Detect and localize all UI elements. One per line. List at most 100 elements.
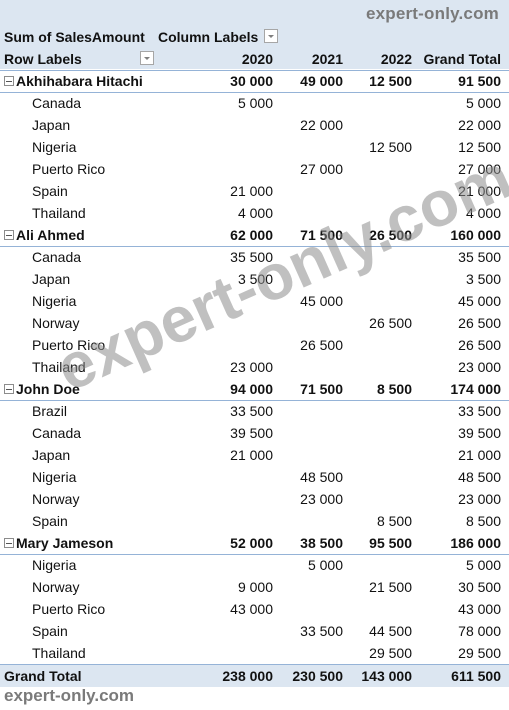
column-header-2020: 2020 — [241, 51, 273, 67]
group-total-value: 91 500 — [458, 73, 501, 89]
country-value: 30 500 — [458, 579, 501, 595]
country-value: 44 500 — [369, 623, 412, 639]
country-row: Brazil 33 500 33 500 — [0, 400, 509, 422]
grand-total-row: Grand Total 238 000 230 500 143 000 611 … — [0, 664, 509, 687]
country-value: 48 500 — [300, 469, 343, 485]
country-value — [332, 334, 412, 356]
country-name: Norway — [32, 491, 80, 507]
country-value — [332, 356, 412, 378]
country-value — [332, 114, 412, 136]
country-value: 5 000 — [465, 557, 501, 573]
country-value: 29 500 — [458, 645, 501, 661]
watermark-bottom: expert-only.com — [4, 686, 135, 705]
group-row: John Doe 94 000 71 500 8 500 174 000 — [0, 378, 509, 401]
country-row: Nigeria 12 500 12 500 — [0, 136, 509, 158]
column-labels-header: Column Labels — [158, 29, 259, 45]
country-value — [193, 290, 273, 312]
country-name: Thailand — [32, 359, 86, 375]
country-value: 26 500 — [458, 337, 501, 353]
grand-total-2021: 230 500 — [292, 668, 343, 684]
country-value — [263, 400, 343, 422]
country-row: Nigeria 45 000 45 000 — [0, 290, 509, 312]
country-value: 22 000 — [300, 117, 343, 133]
grand-total-overall: 611 500 — [451, 668, 501, 684]
country-value — [263, 136, 343, 158]
country-row: Thailand 4 000 4 000 — [0, 202, 509, 224]
country-row: Thailand 23 000 23 000 — [0, 356, 509, 378]
country-name: Canada — [32, 249, 82, 265]
country-value: 4 000 — [465, 205, 501, 221]
country-value — [332, 92, 412, 114]
country-value: 33 500 — [230, 403, 273, 419]
country-name: Puerto Rico — [32, 601, 106, 617]
country-value: 39 500 — [230, 425, 273, 441]
group-label-cell: Ali Ahmed — [4, 224, 85, 246]
country-value: 12 500 — [369, 139, 412, 155]
column-header-2022: 2022 — [380, 51, 412, 67]
group-label-cell: Mary Jameson — [4, 532, 113, 554]
country-value — [193, 620, 273, 642]
country-value: 45 000 — [458, 293, 501, 309]
country-value — [193, 510, 273, 532]
country-value — [263, 510, 343, 532]
country-row: Canada 5 000 5 000 — [0, 92, 509, 114]
country-value — [332, 158, 412, 180]
country-name: Puerto Rico — [32, 337, 106, 353]
group-row: Akhihabara Hitachi 30 000 49 000 12 500 91 5… — [0, 70, 509, 93]
country-value — [193, 312, 273, 334]
country-value: 21 000 — [458, 183, 501, 199]
collapse-icon[interactable] — [4, 230, 14, 240]
country-value: 48 500 — [458, 469, 501, 485]
grand-total-label: Grand Total — [4, 668, 82, 684]
country-value — [263, 576, 343, 598]
group-name: Mary Jameson — [16, 535, 114, 551]
country-value — [193, 114, 273, 136]
group-name: Ali Ahmed — [16, 227, 85, 243]
row-labels-filter-button[interactable] — [140, 51, 154, 65]
country-value: 23 000 — [458, 359, 501, 375]
group-total-value: 71 500 — [300, 227, 343, 243]
country-value — [332, 422, 412, 444]
collapse-icon[interactable] — [4, 76, 14, 86]
country-name: Japan — [32, 447, 71, 463]
country-name: Nigeria — [32, 139, 77, 155]
country-row: Japan 22 000 22 000 — [0, 114, 509, 136]
pivot-header-row-2: Row Labels 2020 2021 2022 Grand Total — [0, 48, 509, 71]
country-row: Norway 9 000 21 500 30 500 — [0, 576, 509, 598]
group-total-value: 160 000 — [450, 227, 501, 243]
column-header-grand-total: Grand Total — [423, 51, 501, 67]
country-row: Japan 3 500 3 500 — [0, 268, 509, 290]
country-value: 23 000 — [230, 359, 273, 375]
country-value: 26 500 — [369, 315, 412, 331]
collapse-icon[interactable] — [4, 384, 14, 394]
collapse-icon[interactable] — [4, 538, 14, 548]
country-row: Puerto Rico 27 000 27 000 — [0, 158, 509, 180]
country-name: Canada — [32, 95, 82, 111]
country-value — [263, 180, 343, 202]
country-value — [263, 598, 343, 620]
column-labels-filter-button[interactable] — [264, 29, 278, 43]
country-name: Nigeria — [32, 293, 77, 309]
country-value — [332, 466, 412, 488]
country-value: 35 500 — [230, 249, 273, 265]
group-total-value: 186 000 — [450, 535, 501, 551]
group-total-value: 95 500 — [369, 535, 412, 551]
country-value: 21 000 — [230, 183, 273, 199]
country-name: Nigeria — [32, 557, 77, 573]
country-name: Brazil — [32, 403, 68, 419]
country-value: 26 500 — [300, 337, 343, 353]
country-row: Canada 35 500 35 500 — [0, 246, 509, 268]
country-value: 21 500 — [369, 579, 412, 595]
grand-total-2020: 238 000 — [222, 668, 273, 684]
country-value — [332, 488, 412, 510]
country-value: 26 500 — [458, 315, 501, 331]
country-value — [263, 642, 343, 664]
country-value: 23 000 — [458, 491, 501, 507]
country-value: 21 000 — [230, 447, 273, 463]
country-value: 5 000 — [237, 95, 273, 111]
grand-total-2022: 143 000 — [361, 668, 412, 684]
country-row: Canada 39 500 39 500 — [0, 422, 509, 444]
group-total-value: 71 500 — [300, 381, 343, 397]
country-value — [263, 268, 343, 290]
country-value: 4 000 — [237, 205, 273, 221]
